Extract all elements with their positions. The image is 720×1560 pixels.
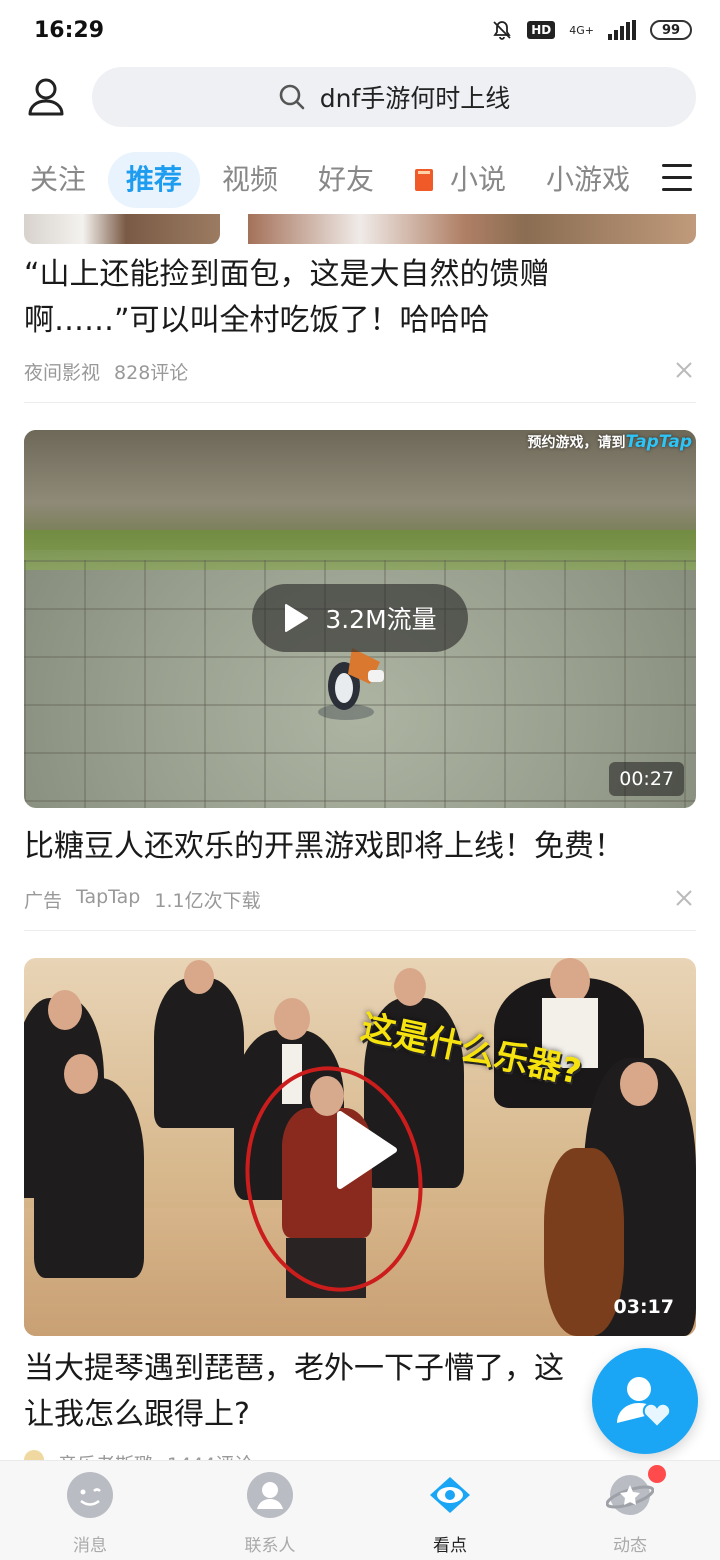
feed-item-2-meta: 广告 TapTap 1.1亿次下载 [24, 886, 261, 913]
nav-moments[interactable]: 动态 [570, 1465, 690, 1556]
nav-label: 联系人 [244, 1536, 296, 1556]
tab-video[interactable]: 视频 [222, 152, 278, 208]
play-button[interactable]: 3.2M流量 [252, 584, 468, 652]
hd-badge: HD [527, 21, 556, 39]
tab-follow[interactable]: 关注 [30, 152, 86, 208]
feed: “山上还能捡到面包，这是大自然的馈赠啊……”可以叫全村吃饭了！哈哈哈 夜间影视 … [0, 214, 720, 1460]
thumbnail-image [24, 214, 220, 244]
ad-tag: 预约游戏，请到TapTap [528, 432, 692, 452]
ad-label: 广告 [24, 890, 63, 912]
search-icon [279, 84, 305, 110]
status-bar: 16:29 HD 4G+ 99 [0, 0, 720, 60]
planet-icon [605, 1475, 655, 1515]
feed-item-2-video[interactable]: 预约游戏，请到TapTap 3.2M流量 00:27 [24, 430, 696, 808]
video-duration: 03:17 [613, 1296, 674, 1318]
play-label: 3.2M流量 [325, 605, 437, 634]
search-bar[interactable]: dnf手游何时上线 [92, 67, 696, 127]
status-time: 16:29 [34, 17, 105, 43]
battery-level: 99 [661, 22, 681, 38]
feed-item-3-video[interactable]: 这是什么乐器? 03:17 [24, 958, 696, 1336]
top-header: dnf手游何时上线 [0, 66, 720, 128]
nav-label: 动态 [613, 1536, 647, 1556]
app-screen: 16:29 HD 4G+ 99 dnf手游何时上线 关注 推荐 视频 好友 小说… [0, 0, 720, 1560]
search-query: dnf手游何时上线 [319, 84, 511, 113]
contacts-icon [247, 1472, 293, 1518]
notification-badge [648, 1465, 666, 1483]
network-label: 4G+ [569, 23, 594, 37]
video-duration: 00:27 [609, 762, 684, 796]
feed-item-3-title[interactable]: 当大提琴遇到琵琶，老外一下子懵了，这让我怎么跟得上? [24, 1346, 590, 1438]
divider [24, 402, 696, 403]
feed-item-3-meta: 音乐老斯璐 1444评论 [24, 1450, 253, 1460]
tab-novel[interactable]: 小说 [450, 152, 506, 208]
close-icon[interactable] [674, 888, 694, 908]
source-name: TapTap [76, 886, 141, 908]
source-name: 音乐老斯璐 [58, 1450, 153, 1460]
tab-recommend[interactable]: 推荐 [108, 152, 201, 208]
nav-kandian[interactable]: 看点 [390, 1471, 510, 1556]
ad-tag-brand: TapTap [625, 432, 692, 452]
play-icon [285, 604, 309, 632]
channel-tabs: 关注 推荐 视频 好友 小说 小游戏 [0, 152, 720, 208]
menu-icon[interactable] [662, 164, 692, 194]
tab-mini-games[interactable]: 小游戏 [546, 152, 632, 208]
download-count: 1.1亿次下载 [154, 890, 261, 912]
avatar [24, 1450, 44, 1460]
nav-contacts[interactable]: 联系人 [210, 1471, 330, 1556]
feed-item-1-meta: 夜间影视 828评论 [24, 358, 188, 385]
nav-label: 看点 [433, 1536, 467, 1556]
divider [24, 930, 696, 931]
bottom-nav: 消息 联系人 看点 动态 [0, 1460, 720, 1560]
nav-label: 消息 [73, 1536, 107, 1556]
profile-icon[interactable] [24, 74, 68, 118]
ad-tag-text: 预约游戏，请到 [527, 435, 626, 451]
person-heart-icon [617, 1377, 672, 1429]
signal-icon [608, 20, 636, 40]
source-name: 夜间影视 [24, 362, 101, 384]
message-icon [67, 1472, 113, 1518]
comment-count: 828评论 [114, 362, 189, 384]
tab-friends[interactable]: 好友 [318, 152, 374, 208]
mute-bell-icon [493, 21, 511, 40]
play-icon[interactable] [334, 1110, 398, 1190]
feed-item-1-thumbnails[interactable] [24, 214, 696, 244]
book-icon [415, 169, 433, 191]
eye-icon [430, 1477, 470, 1513]
nav-messages[interactable]: 消息 [30, 1471, 150, 1556]
comment-count: 1444评论 [167, 1450, 253, 1460]
battery-icon: 99 [650, 20, 692, 40]
friends-fab[interactable] [592, 1348, 698, 1454]
feed-item-2-title[interactable]: 比糖豆人还欢乐的开黑游戏即将上线！免费！ [24, 824, 684, 870]
status-icons: HD 4G+ 99 [491, 19, 692, 41]
feed-item-1-title[interactable]: “山上还能捡到面包，这是大自然的馈赠啊……”可以叫全村吃饭了！哈哈哈 [24, 252, 684, 344]
thumbnail-image [248, 214, 696, 244]
close-icon[interactable] [674, 360, 694, 380]
